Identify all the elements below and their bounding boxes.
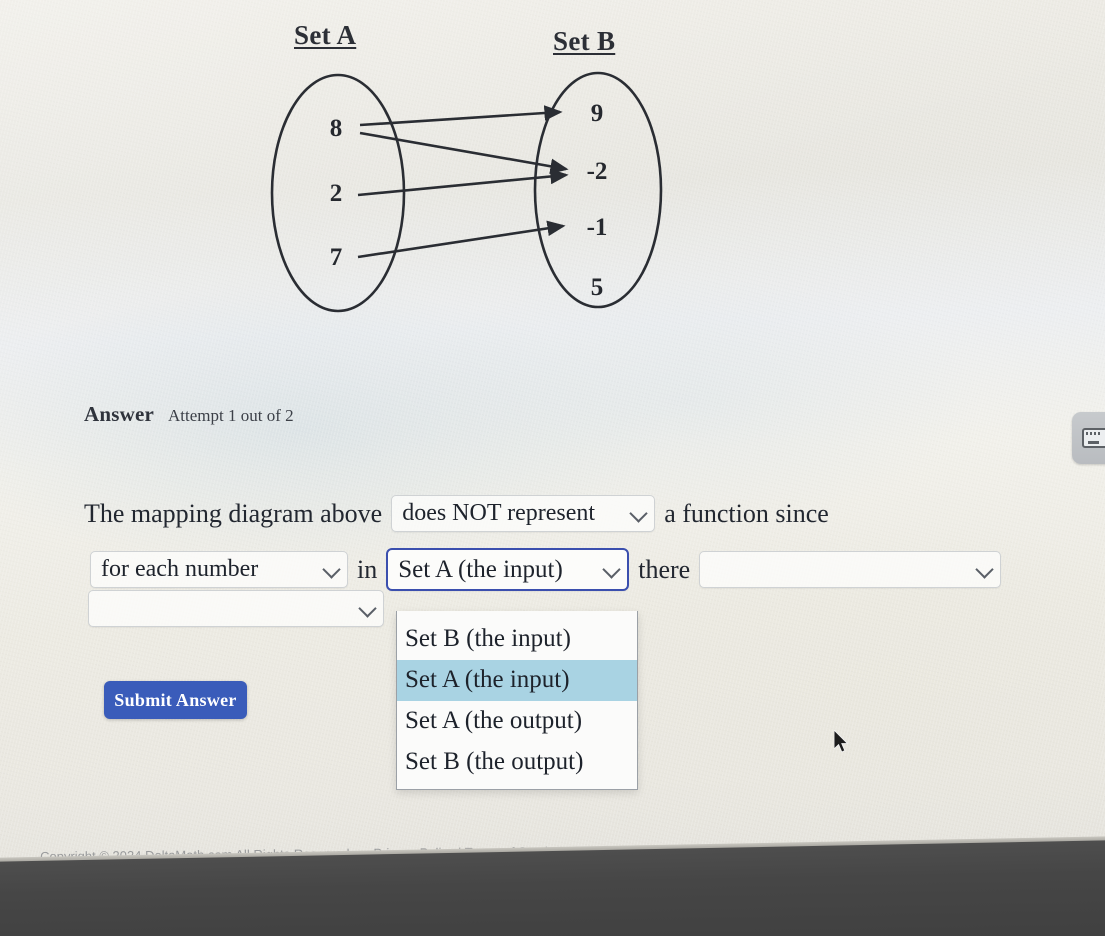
set-dropdown[interactable]: Set A (the input) (386, 548, 630, 591)
sentence-text-1: The mapping diagram above (84, 498, 383, 528)
answer-label: Answer (84, 402, 155, 426)
foreach-dropdown[interactable]: for each number (90, 551, 348, 588)
sentence-line-1: The mapping diagram above does NOT repre… (84, 495, 829, 532)
set-b-node-1: -2 (586, 158, 608, 185)
set-a-node-2: 7 (329, 244, 343, 271)
chevron-down-icon (975, 559, 994, 579)
chevron-down-icon (358, 598, 377, 618)
set-a-node-1: 2 (329, 180, 343, 207)
chevron-down-icon (629, 503, 648, 523)
dropdown-option-2[interactable]: Set A (the output) (397, 701, 637, 742)
set-dropdown-value: Set A (the input) (398, 555, 563, 583)
foreach-dropdown-value: for each number (101, 556, 259, 582)
keyboard-glyph (1082, 428, 1105, 448)
dropdown-option-1[interactable]: Set A (the input) (397, 660, 637, 701)
blank-bottom-dropdown[interactable] (88, 590, 384, 627)
set-b-node-0: 9 (590, 100, 604, 127)
sentence-text-in: in (357, 554, 378, 584)
submit-answer-button[interactable]: Submit Answer (104, 681, 247, 719)
mapping-diagram: Set A Set B 8 2 7 9 -2 -1 5 (250, 8, 710, 318)
set-a-node-0: 8 (329, 115, 343, 142)
represent-dropdown-value: does NOT represent (402, 500, 596, 526)
set-b-node-3: 5 (590, 274, 604, 301)
arrow-7-to-neg1 (357, 220, 566, 259)
sentence-text-there: there (638, 554, 691, 584)
set-dropdown-options-list[interactable]: Set B (the input) Set A (the input) Set … (396, 611, 638, 790)
answer-header: Answer Attempt 1 out of 2 (84, 402, 294, 427)
there-dropdown[interactable] (699, 551, 1002, 588)
chevron-down-icon (322, 559, 341, 579)
sentence-text-2: a function since (664, 498, 829, 528)
sentence-line-2: for each number in Set A (the input) the… (90, 548, 1002, 591)
represent-dropdown[interactable]: does NOT represent (391, 495, 656, 532)
set-b-node-2: -1 (586, 214, 608, 241)
dropdown-option-3[interactable]: Set B (the output) (397, 742, 637, 783)
screenshot-root: Set A Set B 8 2 7 9 -2 -1 5 Answer Attem… (0, 0, 1105, 936)
dropdown-option-0[interactable]: Set B (the input) (397, 619, 637, 660)
keyboard-icon[interactable] (1072, 412, 1105, 464)
attempt-counter: Attempt 1 out of 2 (168, 406, 294, 425)
chevron-down-icon (602, 559, 621, 579)
sentence-line-3 (88, 590, 384, 627)
arrow-8-to-neg2 (359, 131, 569, 174)
